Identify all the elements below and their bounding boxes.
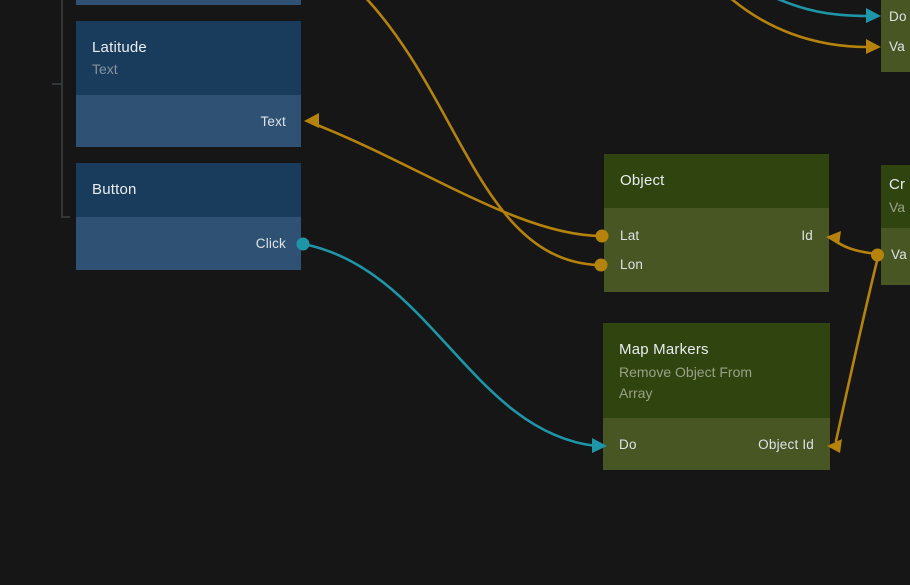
clipped-node-top-left[interactable]	[76, 0, 301, 5]
port-map-markers-object-id[interactable]: Object Id	[758, 437, 814, 452]
node-object[interactable]: Object Lat Id Lon	[604, 154, 829, 292]
port-clipped-do[interactable]: Do	[881, 1, 910, 31]
port-label: Lon	[620, 257, 643, 272]
wire-button-click-to-map-markers-do[interactable]	[297, 238, 608, 454]
node-subtitle: Text	[92, 60, 285, 78]
node-object-header[interactable]: Object	[604, 154, 829, 208]
port-object-id[interactable]: Id	[801, 228, 813, 243]
port-map-markers-do[interactable]: Do	[619, 437, 637, 452]
node-clipped-top-right[interactable]: Do Va	[881, 0, 910, 72]
wire-top-to-object-lon[interactable]	[362, 0, 608, 272]
wire-clipped-va-to-object-id[interactable]	[826, 231, 877, 254]
node-title: Object	[620, 172, 813, 190]
connection-arrow	[866, 8, 881, 23]
port-row-do-objectid[interactable]: Do Object Id	[603, 418, 830, 470]
node-title: Button	[92, 181, 285, 199]
wire-clipped-va-to-map-markers-object-id[interactable]	[827, 249, 884, 454]
wire-top-to-clipped-va[interactable]	[728, 0, 881, 54]
port-label: Va	[891, 247, 907, 262]
node-editor-canvas[interactable]: Latitude Text Text Button Click Object L…	[0, 0, 910, 585]
port-object-lat[interactable]: Lat	[620, 228, 639, 243]
wire-top-to-clipped-do[interactable]	[771, 0, 881, 23]
node-latitude-header[interactable]: Latitude Text	[76, 21, 301, 95]
connection-arrow	[866, 39, 881, 54]
node-latitude[interactable]: Latitude Text Text	[76, 21, 301, 147]
node-map-markers[interactable]: Map Markers Remove Object From Array Do …	[603, 323, 830, 470]
node-subtitle: Va	[889, 197, 910, 218]
port-clipped-va[interactable]: Va	[881, 31, 910, 61]
guide-line	[62, 0, 70, 217]
node-button-header[interactable]: Button	[76, 163, 301, 217]
connection-arrow	[304, 113, 319, 128]
port-object-lon[interactable]: Lon	[604, 250, 829, 279]
node-title: Map Markers	[619, 341, 814, 359]
port-button-click[interactable]: Click	[76, 217, 301, 270]
node-title: Latitude	[92, 39, 285, 57]
node-map-markers-header[interactable]: Map Markers Remove Object From Array	[603, 323, 830, 418]
port-clipped-right-va[interactable]: Va	[881, 240, 910, 269]
node-clipped-right[interactable]: Cr Va Va	[881, 165, 910, 285]
node-subtitle: Remove Object From Array	[619, 362, 774, 404]
port-row-lat-id[interactable]: Lat Id	[604, 221, 829, 250]
port-label: Text	[260, 114, 286, 129]
wire-object-lat-to-latitude-text[interactable]	[304, 113, 609, 243]
node-title: Cr	[889, 176, 910, 194]
node-clipped-right-header[interactable]: Cr Va	[881, 165, 910, 228]
port-latitude-text[interactable]: Text	[76, 95, 301, 147]
port-label: Va	[889, 39, 905, 54]
port-label: Click	[256, 236, 286, 251]
node-button[interactable]: Button Click	[76, 163, 301, 270]
port-label: Do	[889, 9, 907, 24]
